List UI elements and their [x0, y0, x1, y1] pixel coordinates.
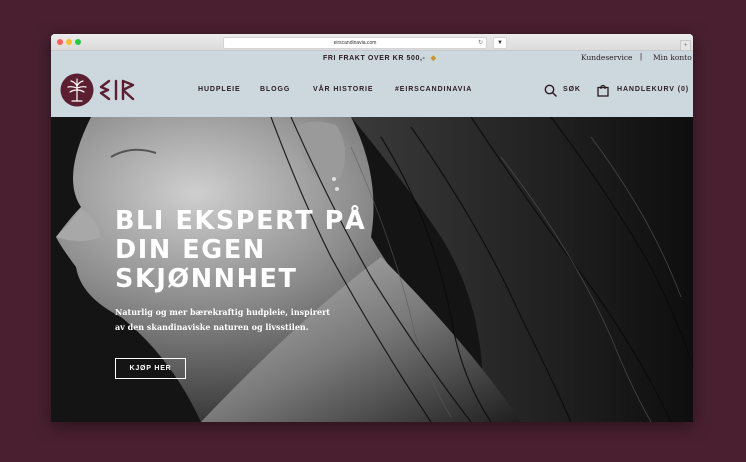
- hero-heading-line-3: SKJØNNHET: [115, 264, 298, 294]
- nav-item-blogg[interactable]: BLOGG: [260, 86, 290, 93]
- cart-button[interactable]: HANDLEKURV (0): [617, 86, 689, 93]
- new-tab-button[interactable]: +: [680, 40, 691, 51]
- nav-item-hudpleie[interactable]: HUDPLEIE: [198, 86, 241, 93]
- hero-description: Naturlig og mer bærekraftig hudpleie, in…: [115, 307, 330, 332]
- eir-tree-logo[interactable]: [60, 73, 94, 107]
- topbar-separator: |: [640, 52, 643, 61]
- search-button[interactable]: SØK: [563, 86, 581, 93]
- gift-icon: ◆: [428, 55, 437, 62]
- hero-banner: BLI EKSPERT PÅ DIN EGEN SKJØNNHET Naturl…: [51, 117, 693, 422]
- reload-icon[interactable]: ↻: [478, 38, 483, 48]
- hero-heading-line-2: DIN EGEN: [115, 235, 266, 265]
- customer-service-link[interactable]: Kundeservice: [581, 53, 633, 62]
- nav-item-eirscandinavia[interactable]: #EIRSCANDINAVIA: [395, 86, 472, 93]
- promo-banner: FRI FRAKT OVER KR 500,- ◆: [323, 54, 437, 62]
- browser-titlebar: eirscandinavia.com ↻ ▼ +: [51, 34, 693, 51]
- url-text: eirscandinavia.com: [333, 40, 377, 46]
- buy-here-button[interactable]: KJØP HER: [115, 358, 186, 379]
- hero-heading-line-1: BLI EKSPERT PÅ: [115, 206, 367, 236]
- search-icon[interactable]: [544, 84, 557, 97]
- brand-wordmark[interactable]: [99, 79, 137, 101]
- site-header: FRI FRAKT OVER KR 500,- ◆ Kundeservice |…: [51, 51, 693, 117]
- browser-window: eirscandinavia.com ↻ ▼ + FRI FRAKT OVER …: [51, 34, 693, 422]
- my-account-link[interactable]: Min konto: [653, 53, 692, 62]
- maximize-window-button[interactable]: [75, 39, 81, 45]
- close-window-button[interactable]: [57, 39, 63, 45]
- shopping-bag-icon[interactable]: [597, 84, 609, 97]
- minimize-window-button[interactable]: [66, 39, 72, 45]
- hero-heading: BLI EKSPERT PÅ DIN EGEN SKJØNNHET: [115, 207, 366, 294]
- nav-item-var-historie[interactable]: VÅR HISTORIE: [313, 86, 373, 93]
- promo-text: FRI FRAKT OVER KR 500,-: [323, 55, 426, 62]
- download-icon[interactable]: ▼: [493, 37, 507, 49]
- address-bar[interactable]: eirscandinavia.com ↻: [223, 37, 487, 49]
